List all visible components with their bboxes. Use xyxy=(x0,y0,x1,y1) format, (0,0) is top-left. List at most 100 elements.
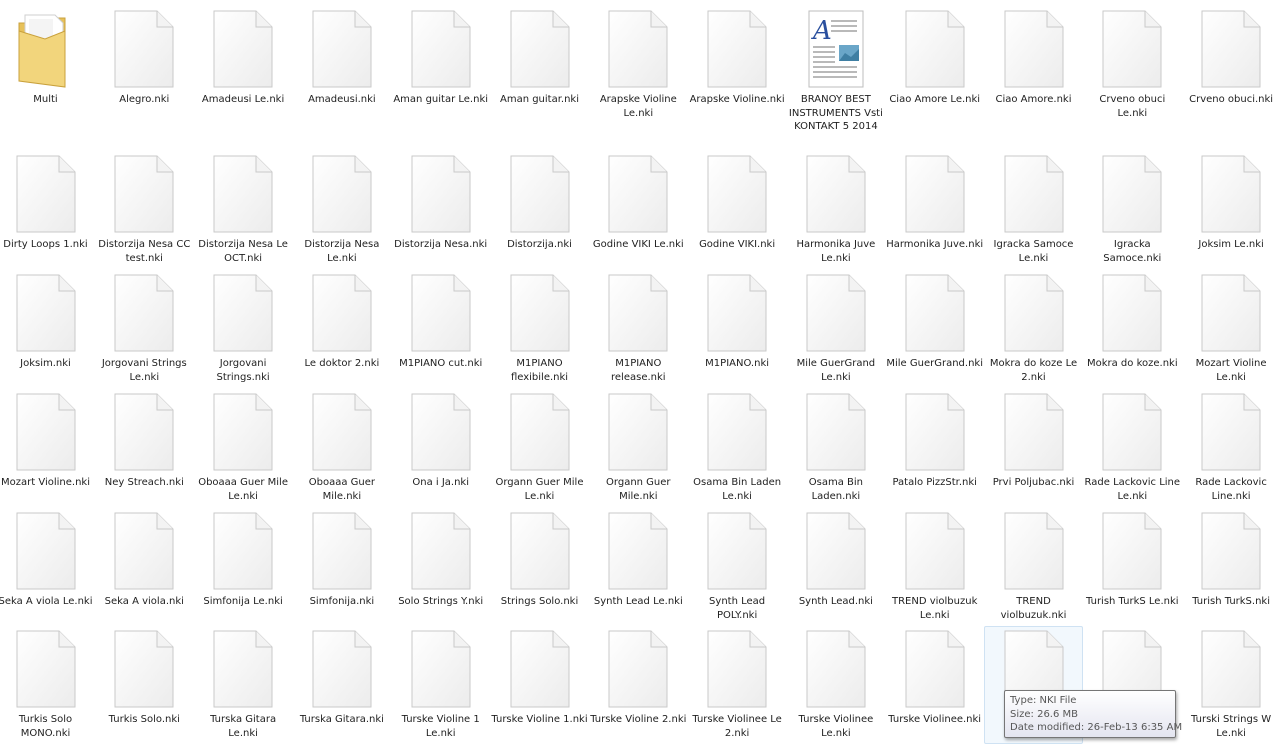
file-item[interactable]: M1PIANO release.nki xyxy=(589,270,688,385)
file-item[interactable]: Aman guitar.nki xyxy=(490,6,589,108)
file-item[interactable]: Ona i Ja.nki xyxy=(391,389,490,491)
file-item[interactable]: Amadeusi Le.nki xyxy=(194,6,293,108)
file-item[interactable]: Strings Solo.nki xyxy=(490,508,589,610)
file-item[interactable]: Amadeusi.nki xyxy=(292,6,391,108)
file-item[interactable]: Mozart Violine Le.nki xyxy=(1182,270,1279,385)
file-item[interactable]: Oboaaa Guer Mile Le.nki xyxy=(194,389,293,504)
file-item[interactable]: Turske Violine 2.nki xyxy=(589,626,688,728)
file-item[interactable]: Seka A viola.nki xyxy=(95,508,194,610)
file-item[interactable]: Crveno obuci Le.nki xyxy=(1083,6,1182,121)
file-item[interactable]: Seka A viola Le.nki xyxy=(0,508,95,610)
file-item[interactable]: Mile GuerGrand.nki xyxy=(885,270,984,372)
file-item[interactable]: Ciao Amore Le.nki xyxy=(885,6,984,108)
file-item[interactable]: Mokra do koze Le 2.nki xyxy=(984,270,1083,385)
file-item[interactable]: Prvi Poljubac.nki xyxy=(984,389,1083,491)
file-item[interactable]: Osama Bin Laden Le.nki xyxy=(688,389,787,504)
tooltip-type: Type: NKI File xyxy=(1010,695,1077,706)
file-item[interactable]: Joksim.nki xyxy=(0,270,95,372)
file-item[interactable]: Turski Strings W Le.nki xyxy=(1182,626,1279,741)
file-item[interactable]: TREND violbuzuk Le.nki xyxy=(885,508,984,623)
file-icon xyxy=(311,273,373,353)
file-item[interactable]: Jorgovani Strings Le.nki xyxy=(95,270,194,385)
file-item[interactable]: Turske Violinee Le 2.nki xyxy=(688,626,787,741)
file-icon xyxy=(1101,273,1163,353)
file-item[interactable]: Distorzija Nesa Le.nki xyxy=(292,151,391,266)
file-item[interactable]: Mokra do koze.nki xyxy=(1083,270,1182,372)
file-item[interactable]: M1PIANO flexibile.nki xyxy=(490,270,589,385)
file-item[interactable]: Igracka Samoce.nki xyxy=(1083,151,1182,266)
file-item[interactable]: Synth Lead Le.nki xyxy=(589,508,688,610)
file-item[interactable]: Turska Gitara.nki xyxy=(292,626,391,728)
file-item[interactable]: Le doktor 2.nki xyxy=(292,270,391,372)
item-label: Alegro.nki xyxy=(119,94,170,105)
file-item[interactable]: Ciao Amore.nki xyxy=(984,6,1083,108)
file-icon xyxy=(311,154,373,234)
file-icon xyxy=(311,629,373,709)
file-item[interactable]: Arapske Violine Le.nki xyxy=(589,6,688,121)
file-item[interactable]: M1PIANO cut.nki xyxy=(391,270,490,372)
file-item[interactable]: Godine VIKI Le.nki xyxy=(589,151,688,253)
file-item[interactable]: Rade Lackovic Line.nki xyxy=(1182,389,1279,504)
file-item[interactable]: Igracka Samoce Le.nki xyxy=(984,151,1083,266)
file-item[interactable]: Harmonika Juve Le.nki xyxy=(786,151,885,266)
item-label: Amadeusi.nki xyxy=(308,94,376,105)
item-label: Jorgovani Strings.nki xyxy=(216,358,270,383)
file-item[interactable]: Turska Gitara Le.nki xyxy=(194,626,293,741)
file-item[interactable]: Simfonija.nki xyxy=(292,508,391,610)
file-item[interactable]: Distorzija Nesa CC test.nki xyxy=(95,151,194,266)
file-item[interactable]: Mile GuerGrand Le.nki xyxy=(786,270,885,385)
file-item[interactable]: Synth Lead POLY.nki xyxy=(688,508,787,623)
item-label: M1PIANO flexibile.nki xyxy=(510,358,569,383)
file-item[interactable]: TREND violbuzuk.nki xyxy=(984,508,1083,623)
file-item[interactable]: Organn Guer Mile.nki xyxy=(589,389,688,504)
file-icon xyxy=(904,392,966,472)
file-item[interactable]: Harmonika Juve.nki xyxy=(885,151,984,253)
file-item[interactable]: Jorgovani Strings.nki xyxy=(194,270,293,385)
file-item[interactable]: Dirty Loops 1.nki xyxy=(0,151,95,253)
file-icon xyxy=(805,629,867,709)
item-label: Turske Violine 1.nki xyxy=(491,714,588,725)
file-item[interactable]: Distorzija Nesa.nki xyxy=(391,151,490,253)
file-item[interactable]: Synth Lead.nki xyxy=(786,508,885,610)
file-item[interactable]: Aman guitar Le.nki xyxy=(391,6,490,108)
file-item[interactable]: Turske Violinee Le.nki xyxy=(786,626,885,741)
file-item[interactable]: Arapske Violine.nki xyxy=(688,6,787,108)
file-icon xyxy=(805,154,867,234)
file-item[interactable]: Turske Violine 1 Le.nki xyxy=(391,626,490,741)
file-item[interactable]: Turkis Solo.nki xyxy=(95,626,194,728)
file-icon xyxy=(113,511,175,591)
file-icon xyxy=(706,9,768,89)
file-item[interactable]: Joksim Le.nki xyxy=(1182,151,1279,253)
file-item[interactable]: Ney Streach.nki xyxy=(95,389,194,491)
file-item[interactable]: Distorzija.nki xyxy=(490,151,589,253)
file-icon xyxy=(410,273,472,353)
item-label: Igracka Samoce Le.nki xyxy=(993,239,1074,264)
file-item[interactable]: Solo Strings Y.nki xyxy=(391,508,490,610)
file-item[interactable]: Alegro.nki xyxy=(95,6,194,108)
file-item[interactable]: Turske Violine 1.nki xyxy=(490,626,589,728)
file-item[interactable]: A BRANOY BEST INSTRUMENTS Vsti KONTAKT 5 … xyxy=(786,6,885,135)
item-label: Ney Streach.nki xyxy=(104,477,184,488)
folder-item[interactable]: Multi xyxy=(0,6,95,108)
file-item[interactable]: Patalo PizzStr.nki xyxy=(885,389,984,491)
file-item[interactable]: Rade Lackovic Line Le.nki xyxy=(1083,389,1182,504)
file-item[interactable]: Turske Violinee.nki xyxy=(885,626,984,728)
item-label: Rade Lackovic Line.nki xyxy=(1195,477,1267,502)
file-item[interactable]: Godine VIKI.nki xyxy=(688,151,787,253)
file-item[interactable]: Turish TurkS.nki xyxy=(1182,508,1279,610)
file-item[interactable]: Mozart Violine.nki xyxy=(0,389,95,491)
item-label: Arapske Violine Le.nki xyxy=(599,94,677,119)
file-item[interactable]: Distorzija Nesa Le OCT.nki xyxy=(194,151,293,266)
file-item[interactable]: Simfonija Le.nki xyxy=(194,508,293,610)
file-item[interactable]: Organn Guer Mile Le.nki xyxy=(490,389,589,504)
file-icon xyxy=(706,154,768,234)
file-item[interactable]: Crveno obuci.nki xyxy=(1182,6,1279,108)
file-item[interactable]: Oboaaa Guer Mile.nki xyxy=(292,389,391,504)
file-item[interactable]: Turkis Solo MONO.nki xyxy=(0,626,95,741)
file-icon xyxy=(1003,273,1065,353)
item-label: Distorzija Nesa CC test.nki xyxy=(98,239,191,264)
item-label: Le doktor 2.nki xyxy=(304,358,380,369)
file-item[interactable]: M1PIANO.nki xyxy=(688,270,787,372)
file-item[interactable]: Turish TurkS Le.nki xyxy=(1083,508,1182,610)
file-item[interactable]: Osama Bin Laden.nki xyxy=(786,389,885,504)
